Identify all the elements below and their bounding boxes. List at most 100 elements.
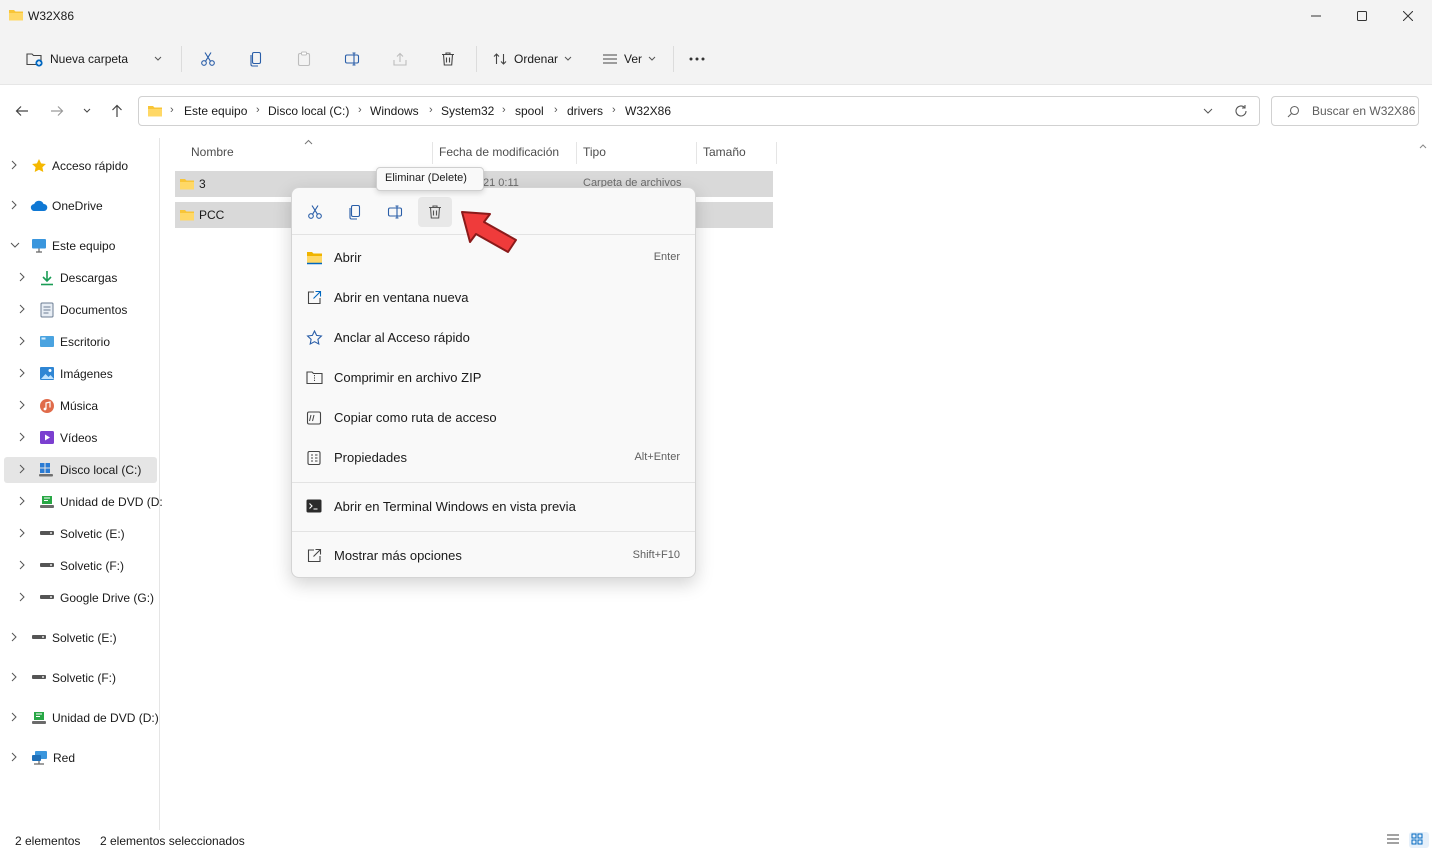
more-options-button[interactable] xyxy=(683,44,711,74)
tiles-view-button[interactable] xyxy=(1409,832,1429,848)
nav-item-label: Google Drive (G:) xyxy=(60,591,155,605)
refresh-button[interactable] xyxy=(1227,97,1255,125)
context-copy-button[interactable] xyxy=(338,197,372,227)
column-header-type[interactable]: Tipo xyxy=(583,145,606,159)
nav-item-onedrive[interactable]: OneDrive xyxy=(2,193,157,219)
cut-button[interactable] xyxy=(194,44,222,74)
context-item-compress-zip[interactable]: Comprimir en archivo ZIP xyxy=(300,361,688,395)
share-icon xyxy=(393,52,407,66)
network-icon xyxy=(32,751,47,765)
refresh-icon xyxy=(1235,105,1247,117)
computer-icon xyxy=(32,239,46,253)
terminal-icon xyxy=(306,499,322,513)
breadcrumb-item[interactable]: W32X86 xyxy=(625,104,671,118)
breadcrumb-item[interactable]: System32 xyxy=(441,104,494,118)
title-bar xyxy=(0,0,1432,32)
column-divider[interactable] xyxy=(696,142,697,164)
properties-icon xyxy=(307,450,321,466)
close-button[interactable] xyxy=(1385,0,1431,32)
breadcrumb-item[interactable]: Windows xyxy=(370,104,419,118)
nav-item-network[interactable]: Red xyxy=(2,745,157,771)
nav-item-desktop[interactable]: Escritorio xyxy=(2,329,157,355)
chevron-right-icon xyxy=(19,528,25,538)
nav-item-solvetic-f[interactable]: Solvetic (F:) xyxy=(2,553,157,579)
context-item-shortcut: Alt+Enter xyxy=(634,451,680,463)
copy-button[interactable] xyxy=(242,44,270,74)
new-folder-label: Nueva carpeta xyxy=(50,52,129,66)
context-item-pin-quick-access[interactable]: Anclar al Acceso rápido xyxy=(300,321,688,355)
copy-icon xyxy=(250,51,262,67)
rename-button[interactable] xyxy=(338,44,366,74)
column-divider[interactable] xyxy=(576,142,577,164)
context-cut-button[interactable] xyxy=(298,197,332,227)
sort-ascending-icon xyxy=(304,139,313,145)
breadcrumb-chevron-icon: › xyxy=(429,104,433,116)
red-arrow-pointer-icon xyxy=(461,211,517,253)
address-dropdown-button[interactable] xyxy=(1194,97,1222,125)
nav-item-solvetic-f-root[interactable]: Solvetic (F:) xyxy=(2,665,157,691)
nav-item-images[interactable]: Imágenes xyxy=(2,361,157,387)
nav-item-dvd-drive[interactable]: Unidad de DVD (D: xyxy=(2,489,163,515)
nav-item-local-disk-c[interactable]: Disco local (C:) xyxy=(4,457,157,483)
nav-item-this-pc[interactable]: Este equipo xyxy=(2,233,157,259)
nav-item-dvd-drive-root[interactable]: Unidad de DVD (D:) xyxy=(2,705,159,731)
sort-icon xyxy=(493,53,507,65)
context-item-copy-path[interactable]: Copiar como ruta de acceso xyxy=(300,401,688,435)
breadcrumb-item[interactable]: Disco local (C:) xyxy=(268,104,349,118)
breadcrumb-item[interactable]: spool xyxy=(515,104,544,118)
column-divider[interactable] xyxy=(776,142,777,164)
context-item-show-more-options[interactable]: Mostrar más opciones Shift+F10 xyxy=(300,539,688,573)
nav-item-solvetic-e-root[interactable]: Solvetic (E:) xyxy=(2,625,157,651)
music-icon xyxy=(40,399,54,413)
context-item-label: Copiar como ruta de acceso xyxy=(334,410,497,425)
column-header-size[interactable]: Tamaño xyxy=(703,145,746,159)
context-item-label: Anclar al Acceso rápido xyxy=(334,330,470,345)
context-rename-button[interactable] xyxy=(378,197,412,227)
download-icon xyxy=(41,271,53,286)
drive-c-icon xyxy=(39,463,53,477)
document-icon xyxy=(40,302,54,318)
context-item-shortcut: Shift+F10 xyxy=(632,549,680,561)
chevron-right-icon xyxy=(19,496,25,506)
star-outline-icon xyxy=(306,330,323,346)
breadcrumb-item[interactable]: drivers xyxy=(567,104,603,118)
context-delete-button[interactable] xyxy=(418,197,452,227)
chevron-right-icon xyxy=(19,368,25,378)
context-item-open-new-window[interactable]: Abrir en ventana nueva xyxy=(300,281,688,315)
delete-button[interactable] xyxy=(434,44,462,74)
paste-button[interactable] xyxy=(290,44,318,74)
column-header-date[interactable]: Fecha de modificación xyxy=(439,145,559,159)
nav-item-google-drive[interactable]: Google Drive (G:) xyxy=(2,585,157,611)
new-folder-button[interactable]: Nueva carpeta xyxy=(20,44,168,74)
folder-open-icon xyxy=(307,252,322,265)
details-view-button[interactable] xyxy=(1385,832,1405,848)
view-label: Ver xyxy=(623,52,642,66)
context-item-label: Comprimir en archivo ZIP xyxy=(334,370,482,385)
nav-item-documents[interactable]: Documentos xyxy=(2,297,157,323)
nav-item-videos[interactable]: Vídeos xyxy=(2,425,157,451)
back-button[interactable] xyxy=(8,97,36,125)
nav-item-solvetic-e[interactable]: Solvetic (E:) xyxy=(2,521,157,547)
nav-item-downloads[interactable]: Descargas xyxy=(2,265,157,291)
up-button[interactable] xyxy=(103,97,131,125)
maximize-button[interactable] xyxy=(1339,0,1385,32)
context-item-open-terminal[interactable]: Abrir en Terminal Windows en vista previ… xyxy=(300,490,688,524)
forward-button[interactable] xyxy=(43,97,71,125)
breadcrumb-item[interactable]: Este equipo xyxy=(184,104,247,118)
scroll-up-icon[interactable] xyxy=(1418,141,1428,151)
nav-item-quick-access[interactable]: Acceso rápido xyxy=(2,153,157,179)
context-item-properties[interactable]: Propiedades Alt+Enter xyxy=(300,441,688,475)
nav-item-music[interactable]: Música xyxy=(2,393,157,419)
search-input[interactable]: Buscar en W32X86 xyxy=(1312,104,1415,118)
sort-button[interactable]: Ordenar xyxy=(486,44,578,74)
trash-icon xyxy=(429,205,441,219)
cloud-icon xyxy=(30,200,48,212)
column-header-name[interactable]: Nombre xyxy=(191,145,234,159)
column-divider[interactable] xyxy=(432,142,433,164)
view-button[interactable]: Ver xyxy=(594,44,664,74)
chevron-down-icon xyxy=(564,56,572,62)
share-button[interactable] xyxy=(386,44,414,74)
drive-icon xyxy=(32,635,46,639)
recent-locations-button[interactable] xyxy=(74,97,100,125)
minimize-button[interactable] xyxy=(1293,0,1339,32)
